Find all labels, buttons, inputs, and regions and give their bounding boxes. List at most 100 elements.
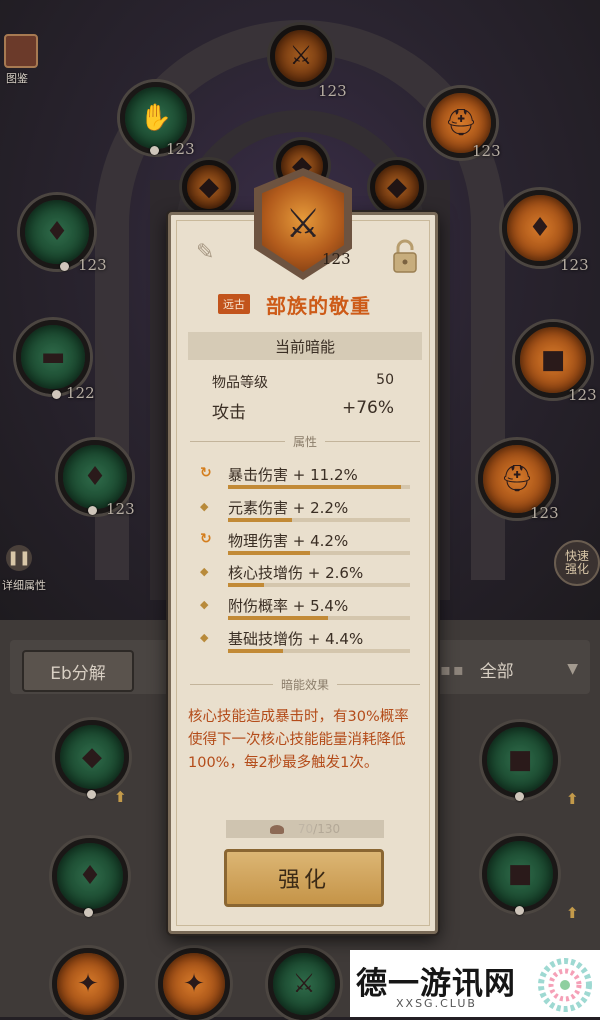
node-level: 123 <box>78 256 107 274</box>
node-level: 123 <box>472 142 501 160</box>
skull-icon <box>88 506 97 515</box>
main-stat-label: 攻击 <box>212 403 246 423</box>
material-total: /130 <box>313 822 341 836</box>
pause-bars-icon: ❚❚ <box>6 545 32 571</box>
affix-row: ↻ 暴击伤害 + 11.2% <box>200 464 412 494</box>
watermark-logo-icon <box>538 958 592 1012</box>
affix-roll-fill <box>228 517 292 522</box>
diamond-bullet-icon: ◆ <box>200 631 209 644</box>
affix-text: 附伤概率 + 5.4% <box>228 597 349 616</box>
inventory-item[interactable]: ✦ <box>158 948 230 1020</box>
affix-roll-fill <box>228 583 265 588</box>
inventory-item[interactable]: ✦ <box>52 948 124 1020</box>
grid-icon: ▪▪ <box>440 659 466 679</box>
diamond-bullet-icon: ◆ <box>200 598 209 612</box>
affix-row: ↻ 物理伤害 + 4.2% <box>200 530 412 560</box>
item-level-badge: 123 <box>322 250 351 268</box>
rarity-tag: 远古 <box>218 294 250 314</box>
affix-row: ◆ 核心技增伤 + 2.6% <box>200 562 412 592</box>
item-slot-label: 当前暗能 <box>274 337 335 356</box>
affix-text: 物理伤害 + 4.2% <box>228 531 349 550</box>
affix-row: ◆ 元素伤害 + 2.2% <box>200 497 412 527</box>
diamond-bullet-icon: ◆ <box>200 565 209 579</box>
affix-roll-bar <box>228 485 410 489</box>
tree-node[interactable]: ◆ <box>370 160 424 214</box>
detail-stats-label: 详细属性 <box>2 579 46 592</box>
affix-roll-fill <box>228 649 283 653</box>
skull-icon <box>150 146 159 155</box>
skull-icon <box>52 390 61 399</box>
weapon-icon: ⚔ <box>292 969 316 999</box>
boots-icon: ▬ <box>40 342 66 372</box>
helm-icon: ⛑ <box>500 464 534 494</box>
item-level-row: 物品等级 50 <box>212 372 394 392</box>
diamond-bullet-icon: ◆ <box>200 499 209 513</box>
inventory-item[interactable]: ⚔ <box>268 948 340 1020</box>
node-level: 123 <box>560 256 589 274</box>
node-level: 122 <box>66 384 95 402</box>
boot-icon: ◆ <box>387 172 407 202</box>
upgrade-arrow-icon: ⬆ <box>566 904 579 922</box>
upgrade-arrow-icon: ⬆ <box>114 788 127 806</box>
skull-icon <box>515 792 524 801</box>
node-level: 123 <box>530 504 559 522</box>
tree-node[interactable]: ⚔ <box>270 25 332 87</box>
cube-icon: ■ <box>540 345 566 375</box>
decompose-button[interactable]: Eb分解 <box>22 650 134 692</box>
node-level: 123 <box>106 500 135 518</box>
ring-icon: ✦ <box>183 969 205 999</box>
affix-roll-bar <box>228 517 410 522</box>
node-level: 123 <box>568 386 597 404</box>
affix-text: 暴击伤害 + 11.2% <box>228 466 358 484</box>
tree-node[interactable]: ▬ <box>16 320 90 394</box>
affix-roll-bar <box>228 550 410 555</box>
tree-node[interactable]: ♦ <box>502 190 578 266</box>
gloves-icon: ✋ <box>139 103 173 133</box>
watermark-subtitle: XXSG.CLUB <box>396 997 477 1010</box>
item-level-label: 物品等级 <box>212 375 268 391</box>
filter-dropdown[interactable]: ▪▪ 全部 ▼ <box>440 650 588 688</box>
quick-upgrade-label: 快速强化 <box>564 549 589 576</box>
codex-button[interactable]: 图鉴 <box>0 30 40 90</box>
lock-icon[interactable] <box>390 238 420 274</box>
chest-icon: ■ <box>507 859 533 889</box>
affix-roll-fill <box>228 616 329 621</box>
affix-roll-bar <box>228 583 410 588</box>
upgrade-button[interactable]: 强化 <box>224 849 384 907</box>
node-level: 123 <box>318 82 347 100</box>
chevron-down-icon: ▼ <box>567 661 578 677</box>
helmet-icon: ⛑ <box>444 108 478 138</box>
swap-icon: ↻ <box>200 465 212 481</box>
affix-text: 基础技增伤 + 4.4% <box>228 630 364 648</box>
gem-icon: ◆ <box>199 172 219 202</box>
decompose-label: Eb分解 <box>50 663 106 684</box>
feather-icon[interactable]: ✎ <box>196 240 214 265</box>
inventory-item[interactable]: ■ <box>482 722 558 798</box>
armor-icon: ♦ <box>83 462 107 492</box>
inventory-item[interactable]: ◆ <box>55 720 129 794</box>
affix-row: ◆ 基础技增伤 + 4.4% <box>200 628 412 658</box>
affix-text: 核心技增伤 + 2.6% <box>228 564 364 583</box>
inventory-item[interactable]: ■ <box>482 836 558 912</box>
tree-node[interactable]: ◆ <box>182 160 236 214</box>
item-name: 部族的敬重 <box>266 294 371 318</box>
codex-label: 图鉴 <box>6 72 28 85</box>
amulet-icon: ✦ <box>77 969 99 999</box>
axe-icon: ⚔ <box>289 41 313 71</box>
affix-roll-bar <box>228 616 410 621</box>
affix-roll-bar <box>228 649 410 653</box>
affix-section-label: 属性 <box>293 435 318 449</box>
affix-text: 元素伤害 + 2.2% <box>228 498 349 517</box>
chest-armor-icon: ♦ <box>528 213 552 243</box>
skull-icon <box>84 908 93 917</box>
ore-icon <box>269 824 284 834</box>
inventory-item[interactable]: ♦ <box>52 838 128 914</box>
affix-section-title: 属性 <box>190 433 421 450</box>
detail-stats-button[interactable]: ❚❚ 详细属性 <box>0 545 60 605</box>
upgrade-arrow-icon: ⬆ <box>566 790 579 808</box>
quick-upgrade-button[interactable]: 快速强化 <box>554 540 600 586</box>
item-level-value: 50 <box>376 372 394 388</box>
node-level: 123 <box>166 140 195 158</box>
chest-icon: ■ <box>507 745 533 775</box>
affix-roll-fill <box>228 485 401 489</box>
